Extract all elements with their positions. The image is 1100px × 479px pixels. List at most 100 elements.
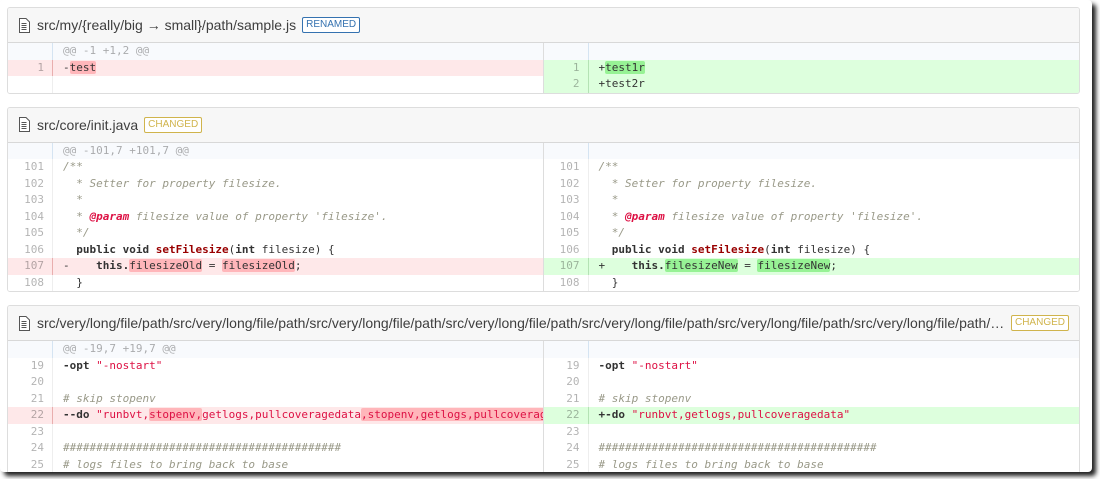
empty-placeholder-row — [8, 76, 543, 93]
code-cell: +test2r — [598, 77, 645, 90]
code-cell: * — [63, 193, 83, 206]
line-number-cell: 106 — [8, 241, 53, 258]
code-cell: + this.filesizeNew = filesizeNew; — [598, 259, 837, 272]
diff-line-row: 108 } — [8, 274, 543, 291]
hunk-header-text — [589, 43, 1080, 60]
line-number-cell: 2 — [544, 76, 589, 93]
diff-line-row: 103 * — [543, 192, 1079, 209]
diff-line-row: 25 # logs files to bring back to base — [543, 456, 1079, 472]
code-cell: } — [63, 275, 83, 289]
diff-pane-left: @@ -101,7 +101,7 @@ 101 /** 102 * Setter fo… — [8, 142, 544, 291]
code-cell: ########################################… — [63, 441, 342, 454]
file-name: src/very/long/file/path/src/very/long/fi… — [37, 315, 1005, 331]
diff-line-row: 1 -test — [8, 59, 543, 76]
status-badge: CHANGED — [144, 116, 203, 133]
diff-line-row: 23 — [8, 423, 543, 440]
line-number-cell: 101 — [8, 159, 53, 176]
status-badge: RENAMED — [302, 17, 361, 33]
code-cell: # logs files to bring back to base — [63, 457, 289, 471]
code-cell: */ — [598, 226, 625, 239]
diff-line-row: 104 * @param filesize value of property … — [8, 208, 543, 225]
line-number-cell: 105 — [8, 225, 53, 242]
diff-line-row: 22 +-do "runbvt,getlogs,pullcoveragedata" — [543, 407, 1079, 424]
code-cell: -opt "-nostart" — [63, 358, 163, 372]
line-number-cell: 104 — [544, 208, 589, 225]
file-header: src/my/{really/big → small}/path/sample.… — [8, 8, 1079, 43]
diff-viewer-window: src/my/{really/big → small}/path/sample.… — [0, 0, 1092, 472]
hunk-header-row: @@ -19,7 +19,7 @@ — [8, 341, 543, 358]
code-cell: ########################################… — [598, 441, 877, 454]
diff-line-row: 104 * @param filesize value of property … — [543, 208, 1079, 225]
code-cell: - this.filesizeOld = filesizeOld; — [63, 259, 302, 272]
code-cell — [53, 374, 543, 391]
line-number-cell: 106 — [544, 241, 589, 258]
line-number-cell — [544, 142, 589, 159]
line-number-cell: 102 — [544, 175, 589, 192]
diff-line-row: 20 — [543, 374, 1080, 391]
file-list: src/my/{really/big → small}/path/sample.… — [7, 7, 1080, 472]
file-text-icon — [18, 315, 30, 331]
line-number-cell — [8, 142, 53, 159]
code-cell: } — [598, 275, 619, 289]
line-number-cell: 108 — [8, 274, 53, 291]
code-cell: # logs files to bring back to base — [598, 457, 824, 471]
line-number-cell: 24 — [8, 440, 53, 457]
code-cell: # skip stopenv — [63, 391, 156, 405]
code-cell: * @param filesize value of property 'fil… — [598, 209, 924, 223]
code-cell: --do "runbvt,stopenv,getlogs,pullcoverag… — [53, 407, 543, 424]
line-number-cell — [8, 43, 53, 60]
line-number-cell: 25 — [544, 456, 589, 472]
code-cell: public void setFilesize(int filesize) { — [76, 242, 335, 256]
diff-line-row: 106 public void setFilesize(int filesize… — [8, 241, 543, 258]
diff-line-row: 102 * Setter for property filesize. — [8, 175, 543, 192]
line-number-cell: 102 — [8, 175, 53, 192]
diff-line-row: 19 -opt "-nostart" — [8, 357, 543, 374]
file-header: src/core/init.java CHANGED — [8, 107, 1079, 143]
file-panel: src/very/long/file/path/src/very/long/fi… — [7, 305, 1080, 472]
line-number-cell — [544, 341, 589, 358]
code-cell: -opt "-nostart" — [598, 358, 698, 372]
line-number-cell: 23 — [8, 423, 53, 440]
code-cell: * @param filesize value of property 'fil… — [63, 209, 388, 223]
code-cell — [589, 374, 1080, 391]
diff-line-row: 106 public void setFilesize(int filesize… — [543, 241, 1079, 258]
line-number-cell: 21 — [544, 390, 589, 407]
diff-body: @@ -101,7 +101,7 @@ 101 /** 102 * Setter fo… — [8, 142, 1080, 291]
hunk-header-text — [589, 143, 1080, 160]
line-number-cell: 107 — [8, 258, 53, 275]
diff-line-row: 108 } — [543, 274, 1079, 291]
diff-pane-left: @@ -19,7 +19,7 @@ 19 -opt "-nostart" 20 21 # … — [8, 341, 544, 472]
line-number-cell: 107 — [544, 258, 589, 275]
line-number-cell — [8, 76, 53, 93]
diff-body: @@ -19,7 +19,7 @@ 19 -opt "-nostart" 20 21 # … — [8, 341, 1079, 472]
line-number-cell: 103 — [544, 192, 589, 209]
code-cell: +-do "runbvt,getlogs,pullcoveragedata" — [598, 408, 851, 421]
line-number-cell: 19 — [8, 357, 53, 374]
status-badge: CHANGED — [1010, 315, 1069, 331]
diff-pane-right: 101 /** 102 * Setter for property filesize… — [543, 142, 1080, 291]
line-number-cell: 104 — [8, 208, 53, 225]
code-cell: /** — [598, 160, 619, 173]
line-number-cell: 101 — [544, 159, 589, 176]
file-name: src/my/{really/big → small}/path/sample.… — [37, 17, 297, 33]
diff-line-row: 23 — [543, 423, 1080, 441]
line-number-cell: 24 — [544, 440, 589, 457]
line-number-cell — [8, 341, 53, 358]
code-cell: +test1r — [598, 60, 645, 74]
line-number-cell: 19 — [544, 357, 589, 374]
line-number-cell: 25 — [8, 456, 53, 472]
line-number-cell: 22 — [8, 407, 53, 424]
line-number-cell: 105 — [544, 225, 589, 242]
line-number-cell: 23 — [544, 423, 589, 440]
hunk-header-row — [543, 43, 1080, 60]
hunk-header-text: @@ -19,7 +19,7 @@ — [63, 342, 176, 355]
file-name: src/core/init.java — [37, 116, 139, 133]
diff-line-row: 24 ######################################… — [8, 440, 543, 457]
line-number-cell: 21 — [8, 390, 53, 407]
code-cell — [589, 424, 1080, 441]
code-cell: -test — [63, 60, 97, 74]
line-number-cell: 1 — [544, 59, 589, 76]
diff-line-row: 19 -opt "-nostart" — [543, 357, 1079, 374]
hunk-header-text — [589, 341, 1080, 358]
diff-line-row: 21 # skip stopenv — [8, 390, 543, 407]
